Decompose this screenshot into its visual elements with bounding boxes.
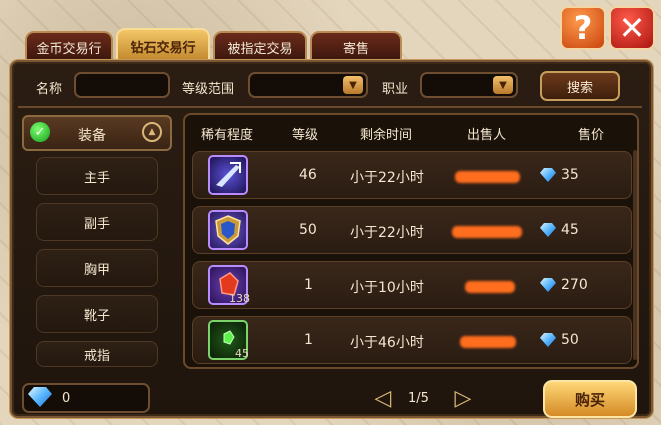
class-label: 职业 — [382, 82, 409, 97]
row-seller — [460, 336, 516, 348]
level-range-dropdown[interactable]: ▼ — [248, 72, 368, 98]
tab-gold-trade[interactable]: 金币交易行 — [25, 31, 113, 61]
item-count: 138 — [229, 292, 250, 305]
diamond-balance: 0 — [62, 391, 71, 406]
row-level: 50 — [299, 222, 317, 238]
chevron-down-icon: ▼ — [343, 76, 363, 94]
row-seller — [452, 226, 522, 238]
name-input[interactable] — [74, 72, 170, 98]
row-level: 1 — [304, 277, 313, 293]
tab-designated-trade[interactable]: 被指定交易 — [213, 31, 307, 61]
item-count: 45 — [235, 347, 249, 360]
buy-button[interactable]: 购买 — [543, 380, 637, 418]
category-item-ring[interactable]: 戒指 — [36, 341, 158, 367]
prev-page-button[interactable]: ◁ — [370, 385, 396, 411]
row-time: 小于22小时 — [350, 225, 424, 241]
chevron-left-icon: ◁ — [374, 385, 392, 411]
header-seller: 出售人 — [467, 128, 507, 143]
row-level: 1 — [304, 332, 313, 348]
row-price: 45 — [561, 222, 579, 238]
category-item-main-hand[interactable]: 主手 — [36, 157, 158, 195]
category-item-off-hand[interactable]: 副手 — [36, 203, 158, 241]
search-button[interactable]: 搜索 — [540, 71, 620, 101]
chevron-down-icon: ▼ — [493, 76, 513, 94]
row-seller — [455, 171, 520, 183]
row-price: 270 — [561, 277, 588, 293]
collapse-up-icon[interactable]: ▲ — [142, 122, 162, 142]
tab-diamond-trade[interactable]: 钻石交易行 — [116, 28, 210, 62]
level-range-label: 等级范围 — [182, 82, 235, 97]
check-icon: ✓ — [30, 122, 50, 142]
chevron-right-icon: ▷ — [454, 385, 472, 411]
next-page-button[interactable]: ▷ — [450, 385, 476, 411]
help-button[interactable]: ? — [560, 6, 606, 50]
scrollbar[interactable] — [633, 150, 637, 360]
row-price: 50 — [561, 332, 579, 348]
row-seller — [465, 281, 515, 293]
tab-consignment[interactable]: 寄售 — [310, 31, 402, 61]
row-time: 小于46小时 — [350, 335, 424, 351]
header-rarity: 稀有程度 — [201, 128, 254, 143]
question-icon: ? — [573, 9, 593, 47]
close-button[interactable]: ✕ — [609, 6, 655, 50]
close-icon: ✕ — [618, 9, 646, 47]
header-price: 售价 — [578, 128, 605, 143]
category-item-boots[interactable]: 靴子 — [36, 295, 158, 333]
sword-item-icon[interactable] — [208, 155, 248, 195]
category-item-chest[interactable]: 胸甲 — [36, 249, 158, 287]
row-level: 46 — [299, 167, 317, 183]
row-time: 小于22小时 — [350, 170, 424, 186]
name-label: 名称 — [36, 82, 63, 97]
divider — [18, 106, 642, 108]
shield-item-icon[interactable] — [208, 210, 248, 250]
category-title: 装备 — [78, 128, 106, 144]
header-level: 等级 — [292, 128, 319, 143]
class-dropdown[interactable]: ▼ — [420, 72, 518, 98]
page-indicator: 1/5 — [408, 391, 429, 406]
header-remaining-time: 剩余时间 — [360, 128, 413, 143]
row-time: 小于10小时 — [350, 280, 424, 296]
row-price: 35 — [561, 167, 579, 183]
